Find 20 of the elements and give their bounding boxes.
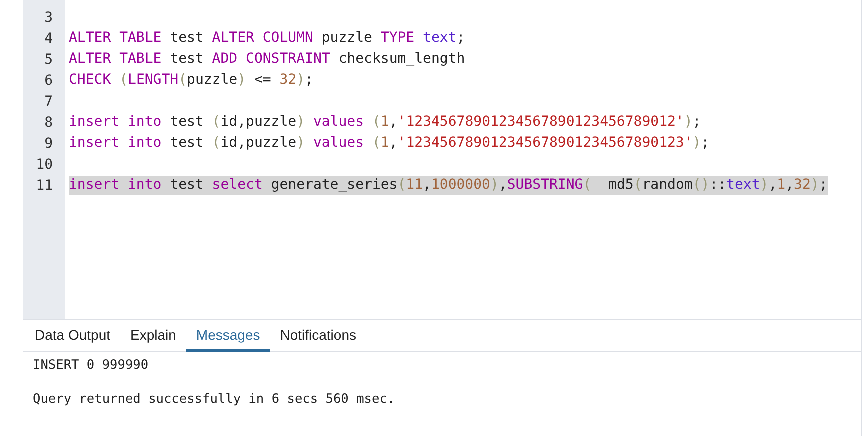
line-number: 5 bbox=[44, 52, 53, 68]
line-number: 4 bbox=[44, 30, 53, 46]
line-number: 3 bbox=[44, 10, 53, 26]
line-number: 8 bbox=[44, 114, 53, 130]
line-number: 10 bbox=[35, 156, 53, 172]
line-number: 7 bbox=[44, 94, 53, 110]
code-line: CHECK (LENGTH(puzzle) <= 32); bbox=[69, 71, 314, 90]
code-line: ALTER TABLE test ALTER COLUMN puzzle TYPE text; bbox=[69, 29, 466, 48]
panel-tab[interactable]: Explain bbox=[120, 320, 186, 352]
code-line: ALTER TABLE test ADD CONSTRAINT checksum_length bbox=[69, 50, 466, 69]
line-number: 11 bbox=[35, 178, 53, 194]
code-line: insert into test (id,puzzle) values (1,'12345678901234567890123456789012'); bbox=[69, 113, 702, 132]
message-text: Query returned successfully in 6 secs 560 msec. bbox=[33, 392, 396, 407]
panel-tab[interactable]: Notifications bbox=[270, 320, 366, 352]
code-line: insert into test (id,puzzle) values (1,'123456789012345678901234567890123'); bbox=[69, 134, 710, 153]
panel-tab[interactable]: Data Output bbox=[25, 320, 120, 352]
message-text: INSERT 0 999990 bbox=[33, 358, 150, 373]
line-number: 9 bbox=[44, 136, 53, 152]
line-number: 6 bbox=[44, 72, 53, 88]
panel-tab[interactable]: Messages bbox=[186, 320, 270, 352]
